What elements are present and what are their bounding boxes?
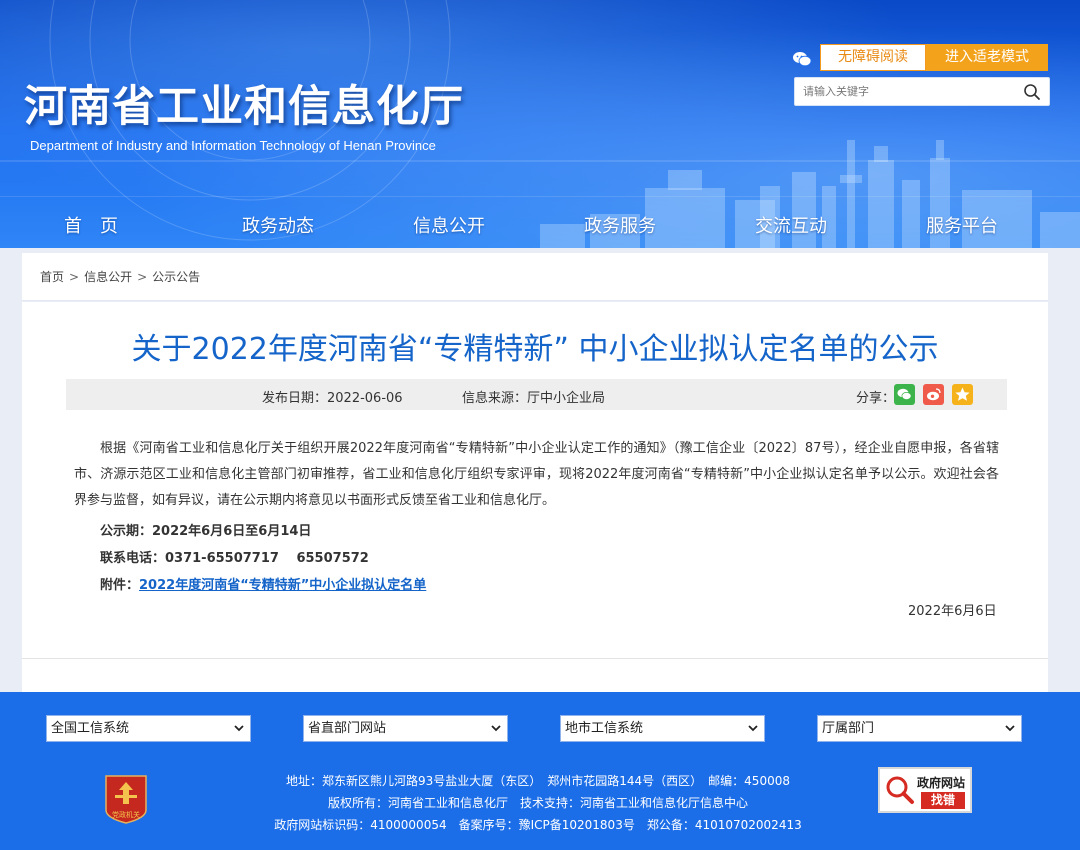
nav-item-information-disclosure[interactable]: 信息公开 (413, 212, 485, 238)
site-header: 河南省工业和信息化厅 Department of Industry and In… (0, 0, 1080, 248)
footer-copyright: 版权所有：河南省工业和信息化厅 技术支持：河南省工业和信息化厅信息中心 (327, 796, 748, 810)
main-navigation: 首 页 政务动态 信息公开 政务服务 交流互动 服务平台 (0, 208, 1080, 244)
select-affiliated-departments[interactable]: 厅属部门 (817, 715, 1022, 742)
select-provincial-departments[interactable]: 省直部门网站 (303, 715, 508, 742)
chevron-down-icon (1005, 725, 1015, 732)
select-value: 地市工信系统 (565, 721, 644, 736)
site-footer: 全国工信系统 省直部门网站 地市工信系统 厅属部门 党政机关 地址：郑东新区熊儿… (0, 692, 1080, 850)
footer-address: 地址：郑东新区熊儿河路93号盐业大厦（东区） 郑州市花园路144号（西区） 邮编… (286, 774, 790, 788)
breadcrumb-information-disclosure[interactable]: 信息公开 (84, 268, 132, 285)
error-report-label: 找错 (921, 792, 965, 809)
chevron-down-icon (748, 725, 758, 732)
nav-item-service-platform[interactable]: 服务平台 (926, 212, 998, 238)
breadcrumb-separator: > (69, 270, 80, 284)
party-government-badge-icon[interactable]: 党政机关 (103, 774, 149, 824)
error-report-title: 政府网站 (917, 776, 966, 790)
breadcrumb-bar: 首页 > 信息公开 > 公示公告 (22, 253, 1048, 301)
select-value: 省直部门网站 (308, 721, 387, 736)
breadcrumb-separator: > (137, 270, 148, 284)
breadcrumb-home[interactable]: 首页 (40, 268, 64, 285)
signature-date: 2022年6月6日 (908, 604, 997, 619)
badge-text: 党政机关 (112, 810, 140, 819)
site-subtitle: Department of Industry and Information T… (30, 138, 436, 153)
search-input[interactable] (795, 78, 1015, 105)
share-label: 分享： (856, 391, 896, 406)
article-meta-bar: 发布日期：2022-06-06 信息来源：厅中小企业局 分享： (66, 379, 1007, 410)
wechat-icon[interactable] (792, 51, 812, 67)
contact-phone: 联系电话：0371-65507717 65507572 (100, 551, 369, 566)
site-title: 河南省工业和信息化厅 (24, 82, 464, 132)
select-value: 全国工信系统 (51, 721, 130, 736)
attachment-label: 附件： (100, 578, 140, 593)
article-paragraph: 根据《河南省工业和信息化厅关于组织开展2022年度河南省“专精特新”中小企业认定… (74, 441, 999, 508)
article-bottom-spacer (22, 658, 1048, 692)
article-panel: 关于2022年度河南省“专精特新” 中小企业拟认定名单的公示 发布日期：2022… (22, 302, 1048, 658)
article-title: 关于2022年度河南省“专精特新” 中小企业拟认定名单的公示 (131, 332, 939, 367)
gov-website-error-report-button[interactable]: 政府网站 找错 (878, 767, 972, 813)
nav-item-government-news[interactable]: 政务动态 (242, 212, 314, 238)
chevron-down-icon (491, 725, 501, 732)
footer-registration: 政府网站标识码：4100000054 备案序号：豫ICP备10201803号 郑… (274, 818, 802, 832)
select-value: 厅属部门 (822, 721, 875, 736)
magnifier-icon (886, 776, 914, 804)
select-national-it-system[interactable]: 全国工信系统 (46, 715, 251, 742)
search-box (794, 77, 1050, 106)
nav-item-interaction[interactable]: 交流互动 (755, 212, 827, 238)
breadcrumb-announcements[interactable]: 公示公告 (152, 268, 200, 285)
info-source: 信息来源：厅中小企业局 (462, 391, 606, 406)
nav-item-home[interactable]: 首 页 (64, 212, 118, 238)
publish-date: 发布日期：2022-06-06 (262, 391, 403, 406)
search-icon[interactable] (1023, 83, 1041, 101)
attachment-link[interactable]: 2022年度河南省“专精特新”中小企业拟认定名单 (139, 578, 426, 593)
share-weibo-icon[interactable] (923, 384, 944, 405)
select-city-it-system[interactable]: 地市工信系统 (560, 715, 765, 742)
accessibility-reading-button[interactable]: 无障碍阅读 (820, 44, 926, 71)
publicity-period: 公示期：2022年6月6日至6月14日 (100, 524, 312, 539)
footer-info: 地址：郑东新区熊儿河路93号盐业大厦（东区） 郑州市花园路144号（西区） 邮编… (200, 770, 876, 836)
chevron-down-icon (234, 725, 244, 732)
share-favorite-star-icon[interactable] (952, 384, 973, 405)
share-wechat-icon[interactable] (894, 384, 915, 405)
nav-item-government-services[interactable]: 政务服务 (584, 212, 656, 238)
article-body: 根据《河南省工业和信息化厅关于组织开展2022年度河南省“专精特新”中小企业认定… (74, 436, 999, 514)
attachment-line: 附件：2022年度河南省“专精特新”中小企业拟认定名单 (100, 574, 426, 593)
breadcrumb: 首页 > 信息公开 > 公示公告 (40, 268, 200, 285)
elder-mode-button[interactable]: 进入适老模式 (926, 44, 1048, 71)
